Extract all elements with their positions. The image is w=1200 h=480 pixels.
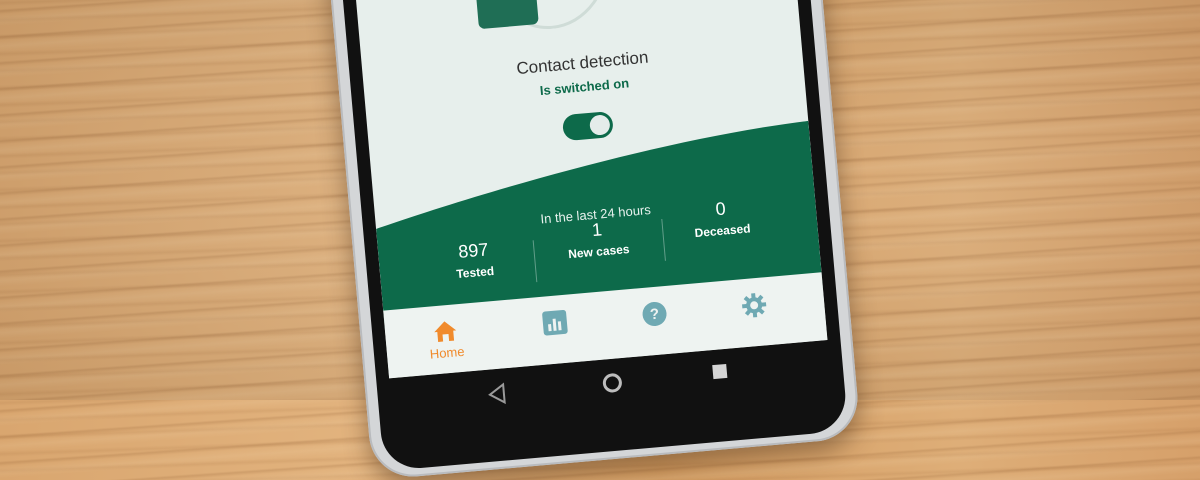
statistics-icon	[542, 309, 568, 336]
gear-icon	[742, 293, 767, 318]
recents-icon[interactable]	[709, 361, 731, 383]
nav-settings[interactable]	[713, 283, 798, 346]
back-icon[interactable]	[485, 382, 509, 406]
nav-statistics[interactable]	[513, 300, 598, 363]
help-icon: ?	[642, 301, 667, 326]
phone-illustration-icon	[469, 0, 539, 30]
toggle-knob	[589, 114, 611, 136]
nav-home[interactable]: Home	[404, 310, 489, 373]
app-screen: Contact detection Is switched on In the …	[343, 0, 828, 379]
nav-help[interactable]: ?	[613, 292, 698, 355]
home-system-icon[interactable]	[599, 370, 625, 396]
nav-home-label: Home	[429, 343, 466, 362]
svg-text:?: ?	[649, 306, 660, 324]
contact-detection-toggle[interactable]	[561, 110, 614, 142]
home-icon	[434, 321, 457, 342]
